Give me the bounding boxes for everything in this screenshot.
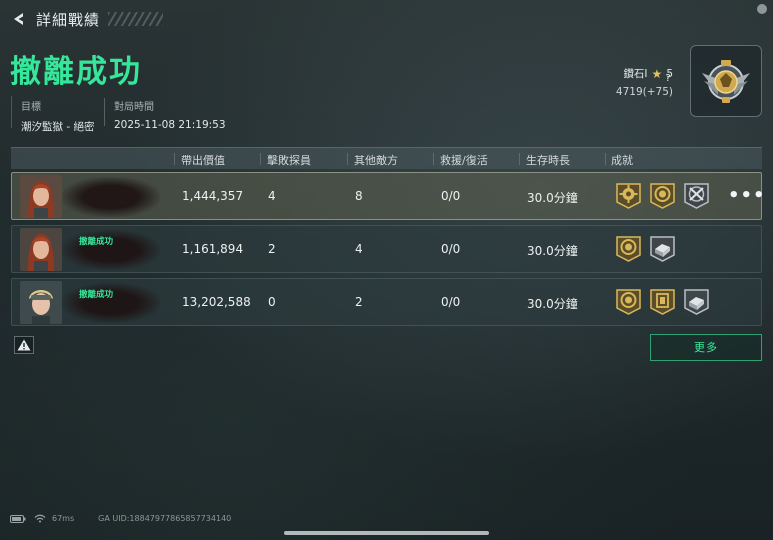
gold-gear-badge-icon[interactable] — [615, 181, 642, 210]
column-separator — [519, 153, 520, 165]
wifi-icon — [34, 514, 46, 523]
eagle-rank-icon — [702, 60, 750, 103]
column-separator — [174, 153, 175, 165]
goal-label: 目標 — [21, 102, 41, 113]
header-survive: 生存時長 — [526, 154, 570, 167]
header-other: 其他敵方 — [354, 154, 398, 167]
meta-divider — [104, 98, 105, 126]
header-kills: 擊敗探員 — [267, 154, 311, 167]
page-title: 詳細戰績 — [36, 10, 101, 29]
avatar[interactable] — [20, 281, 62, 324]
table-row[interactable]: 撤離成功 13,202,588 0 2 0/0 30.0分鐘 — [11, 278, 762, 326]
battery-icon — [10, 514, 26, 523]
row-more-menu[interactable]: ••• — [728, 185, 766, 206]
help-button[interactable]: ? — [662, 73, 674, 85]
gold-medal-badge-icon[interactable] — [649, 181, 676, 210]
gold-medal-badge-icon[interactable] — [615, 234, 642, 263]
redacted-name — [62, 177, 160, 217]
goal-value: 潮汐監獄 - 絕密 — [21, 121, 95, 133]
row-other: 2 — [355, 295, 363, 309]
extraction-status: 撤離成功 — [79, 237, 114, 247]
column-separator — [433, 153, 434, 165]
operator-portrait-icon — [20, 281, 62, 324]
back-arrow-icon — [14, 13, 23, 25]
extraction-status: 撤離成功 — [79, 290, 114, 300]
table-header: 帶出價值 擊敗探員 其他敵方 救援/復活 生存時長 成就 — [11, 147, 762, 169]
operator-portrait-icon — [20, 175, 62, 218]
table-row[interactable]: 撤離成功 1,161,894 2 4 0/0 30.0分鐘 — [11, 225, 762, 273]
corner-dot-icon — [757, 4, 767, 14]
achievement-badges — [615, 287, 710, 316]
row-value: 13,202,588 — [182, 295, 251, 309]
row-rescue: 0/0 — [441, 189, 461, 203]
meta-goal: 目標 潮汐監獄 - 絕密 — [21, 98, 94, 134]
stats-table: 帶出價值 擊敗探員 其他敵方 救援/復活 生存時長 成就 1,444,357 4… — [11, 147, 765, 326]
ping-value: 67ms — [52, 514, 75, 523]
star-icon: ★ — [651, 66, 663, 81]
row-survive: 30.0分鐘 — [527, 244, 578, 258]
row-rescue: 0/0 — [441, 295, 461, 309]
silver-crate-badge-icon[interactable] — [683, 287, 710, 316]
column-separator — [260, 153, 261, 165]
title-stripes-decoration — [108, 12, 164, 26]
report-button[interactable] — [14, 336, 34, 354]
back-button[interactable] — [10, 10, 28, 28]
gold-card-badge-icon[interactable] — [649, 287, 676, 316]
row-other: 4 — [355, 242, 363, 256]
silver-swords-badge-icon[interactable] — [683, 181, 710, 210]
uid-text: GA UID:18847977865857734140 — [98, 514, 232, 523]
row-value: 1,161,894 — [182, 242, 244, 256]
rank-name: 鑽石I — [623, 68, 648, 80]
row-survive: 30.0分鐘 — [527, 297, 578, 311]
result-title: 撤離成功 — [10, 54, 142, 90]
operator-portrait-icon — [20, 228, 62, 271]
more-button[interactable]: 更多 — [650, 334, 762, 361]
top-bar: 詳細戰績 — [10, 8, 164, 30]
rank-points: 4719(+75) — [615, 86, 673, 98]
gold-medal-badge-icon[interactable] — [615, 287, 642, 316]
time-label: 對局時間 — [114, 102, 154, 113]
row-kills: 2 — [268, 242, 276, 256]
time-value: 2025-11-08 21:19:53 — [114, 119, 226, 131]
row-kills: 4 — [268, 189, 276, 203]
avatar[interactable] — [20, 228, 62, 271]
column-separator — [605, 153, 606, 165]
row-kills: 0 — [268, 295, 276, 309]
achievement-badges — [615, 181, 710, 210]
column-separator — [347, 153, 348, 165]
meta-guide-line — [11, 96, 12, 128]
row-rescue: 0/0 — [441, 242, 461, 256]
avatar[interactable] — [20, 175, 62, 218]
achievement-badges — [615, 234, 676, 263]
table-row[interactable]: 1,444,357 4 8 0/0 30.0分鐘 ••• — [11, 172, 765, 220]
warning-icon — [17, 339, 31, 351]
row-value: 1,444,357 — [182, 189, 244, 203]
header-achievements: 成就 — [611, 154, 633, 167]
rank-emblem[interactable] — [690, 45, 762, 117]
status-bar: 67ms GA UID:18847977865857734140 — [10, 514, 231, 523]
header-value: 帶出價值 — [181, 154, 225, 167]
home-indicator[interactable] — [284, 531, 489, 535]
row-survive: 30.0分鐘 — [527, 191, 578, 205]
meta-time: 對局時間 2025-11-08 21:19:53 — [114, 98, 226, 131]
row-other: 8 — [355, 189, 363, 203]
silver-crate-badge-icon[interactable] — [649, 234, 676, 263]
header-rescue: 救援/復活 — [440, 154, 488, 167]
